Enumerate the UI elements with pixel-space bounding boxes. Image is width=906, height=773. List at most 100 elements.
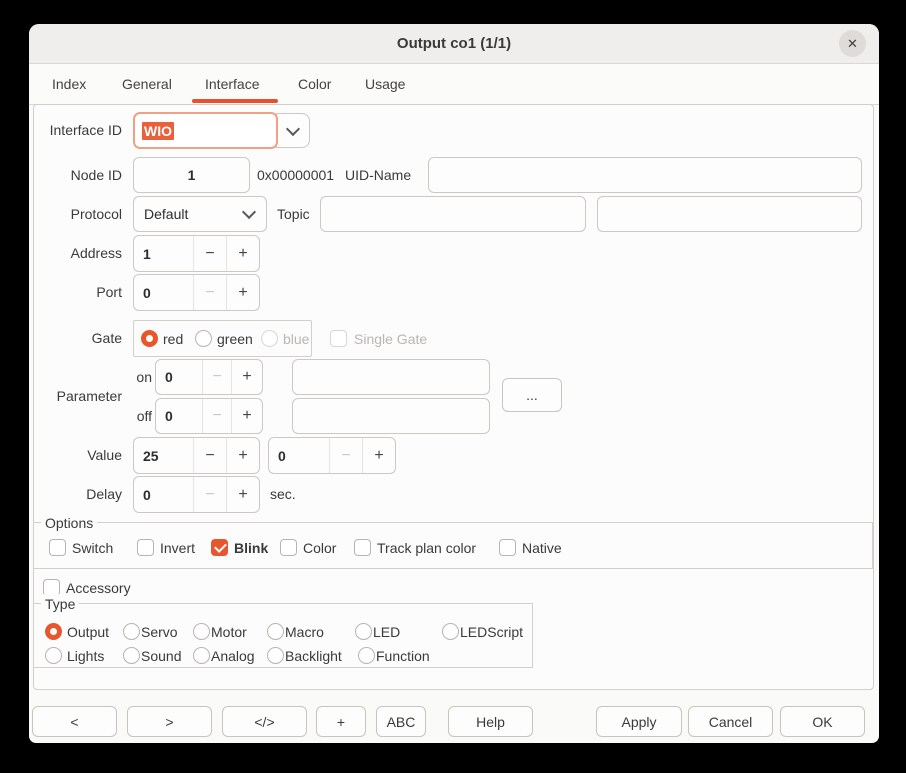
gate-blue-label: blue xyxy=(283,329,309,349)
type-radio-lights[interactable] xyxy=(45,647,62,664)
ok-button[interactable]: OK xyxy=(780,706,865,737)
delay-label: Delay xyxy=(29,484,122,504)
tab-interface[interactable]: Interface xyxy=(205,64,259,104)
plus-icon: + xyxy=(238,245,247,263)
parameter-off-spinner: 0 − + xyxy=(155,398,263,434)
value-2[interactable]: 0 xyxy=(269,438,329,473)
type-backlight-label: Backlight xyxy=(285,646,342,666)
parameter-on-label: on xyxy=(122,367,152,387)
node-id-hex: 0x00000001 xyxy=(257,165,334,185)
topic-input-2[interactable] xyxy=(597,196,862,232)
abc-button[interactable]: ABC xyxy=(376,706,426,737)
close-button[interactable]: ✕ xyxy=(839,30,866,57)
gate-radio-red[interactable] xyxy=(141,330,158,347)
single-gate-label: Single Gate xyxy=(354,329,427,349)
help-button[interactable]: Help xyxy=(448,706,533,737)
type-radio-macro[interactable] xyxy=(267,623,284,640)
type-sound-label: Sound xyxy=(141,646,181,666)
minus-icon: − xyxy=(205,245,214,263)
tab-color[interactable]: Color xyxy=(298,64,331,104)
type-radio-ledscript[interactable] xyxy=(442,623,459,640)
address-value[interactable]: 1 xyxy=(134,236,193,271)
type-analog-label: Analog xyxy=(211,646,255,666)
parameter-off-value[interactable]: 0 xyxy=(156,399,202,433)
active-tab-indicator xyxy=(192,99,278,103)
color-checkbox[interactable] xyxy=(280,539,297,556)
type-radio-sound[interactable] xyxy=(123,647,140,664)
protocol-dropdown[interactable]: Default xyxy=(133,196,267,232)
delay-plus-button[interactable]: + xyxy=(226,477,259,512)
topic-input-1[interactable] xyxy=(320,196,586,232)
value-1[interactable]: 25 xyxy=(134,438,193,473)
parameter-off-text-input[interactable] xyxy=(292,398,490,434)
value-spinner-1: 25 − + xyxy=(133,437,260,474)
type-radio-motor[interactable] xyxy=(193,623,210,640)
parameter-more-button[interactable]: ... xyxy=(502,378,562,412)
protocol-value: Default xyxy=(144,206,188,222)
parameter-label: Parameter xyxy=(29,386,122,406)
track-plan-color-checkbox[interactable] xyxy=(354,539,371,556)
cancel-button[interactable]: Cancel xyxy=(688,706,773,737)
native-checkbox[interactable] xyxy=(499,539,516,556)
switch-checkbox[interactable] xyxy=(49,539,66,556)
parameter-on-spinner: 0 − + xyxy=(155,359,263,395)
value-2-plus-button[interactable]: + xyxy=(362,438,395,473)
blink-checkbox[interactable] xyxy=(211,539,228,556)
address-minus-button[interactable]: − xyxy=(193,236,226,271)
port-plus-button[interactable]: + xyxy=(226,275,259,310)
type-macro-label: Macro xyxy=(285,622,324,642)
next-button[interactable]: > xyxy=(127,706,212,737)
value-2-minus-button: − xyxy=(329,438,362,473)
address-plus-button[interactable]: + xyxy=(226,236,259,271)
port-value[interactable]: 0 xyxy=(134,275,193,310)
type-radio-analog[interactable] xyxy=(193,647,210,664)
parameter-on-plus-button[interactable]: + xyxy=(231,360,262,394)
gate-radio-green[interactable] xyxy=(195,330,212,347)
delay-unit-label: sec. xyxy=(270,484,296,504)
interface-id-dropdown-button[interactable] xyxy=(276,113,310,148)
gate-red-label: red xyxy=(163,329,183,349)
type-radio-output[interactable] xyxy=(45,623,62,640)
delay-spinner: 0 − + xyxy=(133,476,260,513)
parameter-on-value[interactable]: 0 xyxy=(156,360,202,394)
titlebar[interactable]: Output co1 (1/1) ✕ xyxy=(29,24,879,64)
add-button[interactable]: + xyxy=(316,706,366,737)
invert-checkbox[interactable] xyxy=(137,539,154,556)
parameter-off-plus-button[interactable]: + xyxy=(231,399,262,433)
minus-icon: − xyxy=(205,486,214,504)
chevron-down-icon xyxy=(286,121,300,135)
value-1-plus-button[interactable]: + xyxy=(226,438,259,473)
tab-usage[interactable]: Usage xyxy=(365,64,405,104)
tab-general[interactable]: General xyxy=(122,64,172,104)
node-id-label: Node ID xyxy=(29,165,122,185)
window-title: Output co1 (1/1) xyxy=(397,35,511,52)
parameter-off-label: off xyxy=(122,406,152,426)
value-1-minus-button[interactable]: − xyxy=(193,438,226,473)
type-motor-label: Motor xyxy=(211,622,247,642)
type-radio-led[interactable] xyxy=(355,623,372,640)
value-spinner-2: 0 − + xyxy=(268,437,396,474)
tab-index[interactable]: Index xyxy=(52,64,86,104)
type-radio-backlight[interactable] xyxy=(267,647,284,664)
type-led-label: LED xyxy=(373,622,400,642)
type-radio-function[interactable] xyxy=(358,647,375,664)
interface-id-input[interactable]: WIO xyxy=(133,112,278,149)
parameter-on-text-input[interactable] xyxy=(292,359,490,395)
port-spinner: 0 − + xyxy=(133,274,260,311)
minus-icon: − xyxy=(205,284,214,302)
uid-name-input[interactable] xyxy=(428,157,862,193)
code-button[interactable]: </> xyxy=(222,706,307,737)
node-id-input[interactable] xyxy=(133,157,250,193)
tabbar: Index General Interface Color Usage xyxy=(29,64,879,105)
type-output-label: Output xyxy=(67,622,109,642)
type-ledscript-label: LEDScript xyxy=(460,622,523,642)
port-label: Port xyxy=(29,282,122,302)
apply-button[interactable]: Apply xyxy=(596,706,682,737)
uid-name-label: UID-Name xyxy=(345,165,411,185)
type-radio-servo[interactable] xyxy=(123,623,140,640)
port-minus-button: − xyxy=(193,275,226,310)
interface-id-label: Interface ID xyxy=(29,120,122,140)
delay-minus-button: − xyxy=(193,477,226,512)
prev-button[interactable]: < xyxy=(32,706,117,737)
delay-value[interactable]: 0 xyxy=(134,477,193,512)
